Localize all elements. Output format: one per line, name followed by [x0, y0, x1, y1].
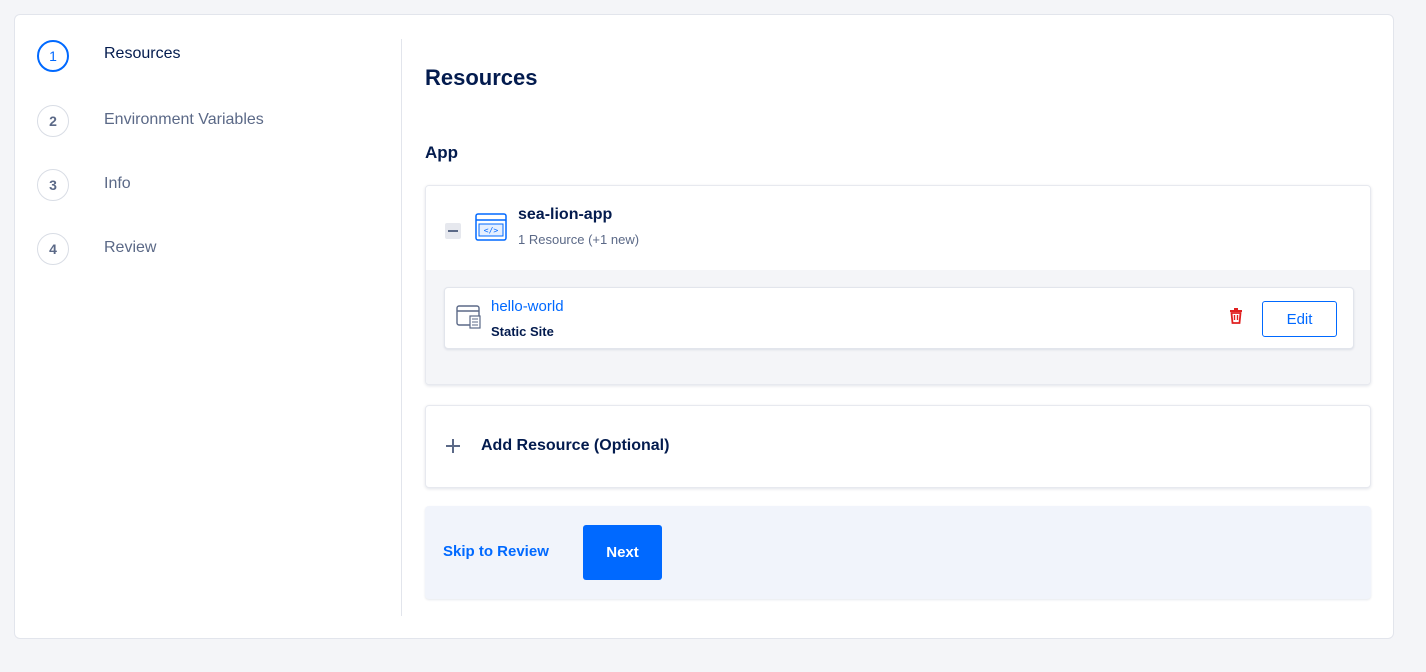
step-label: Resources [104, 45, 181, 62]
page-title: Resources [425, 65, 538, 90]
step-label: Info [104, 175, 131, 192]
step-number: 2 [37, 105, 69, 137]
step-number: 3 [37, 169, 69, 201]
wizard-card: 1 Resources 2 Environment Variables 3 In… [14, 14, 1394, 639]
app-panel: </> sea-lion-app 1 Resource (+1 new) hel… [425, 185, 1371, 385]
vertical-divider [401, 39, 402, 616]
svg-text:</>: </> [484, 226, 499, 235]
static-site-icon [456, 305, 482, 334]
trash-icon[interactable] [1229, 308, 1243, 329]
step-number: 4 [37, 233, 69, 265]
add-resource-label: Add Resource (Optional) [481, 437, 670, 454]
step-info[interactable]: 3 Info [37, 168, 131, 202]
step-review[interactable]: 4 Review [37, 232, 156, 266]
section-title-app: App [425, 143, 459, 162]
app-name: sea-lion-app [518, 206, 613, 223]
plus-icon [445, 438, 461, 454]
add-resource-panel[interactable]: Add Resource (Optional) [425, 405, 1371, 488]
step-number: 1 [37, 40, 69, 72]
action-bar: Skip to Review Next [425, 506, 1371, 599]
resource-type: Static Site [491, 324, 554, 339]
minus-icon[interactable] [445, 223, 461, 239]
skip-to-review-link[interactable]: Skip to Review [443, 543, 549, 560]
app-header: </> sea-lion-app 1 Resource (+1 new) [426, 186, 1370, 270]
step-resources[interactable]: 1 Resources [37, 39, 180, 73]
app-resource-count: 1 Resource (+1 new) [518, 232, 640, 247]
next-button[interactable]: Next [583, 525, 662, 580]
code-window-icon: </> [475, 213, 507, 246]
resource-row: hello-world Static Site Edit [444, 287, 1354, 349]
step-label: Environment Variables [104, 111, 264, 128]
resource-name-link[interactable]: hello-world [491, 298, 564, 315]
edit-resource-button[interactable]: Edit [1262, 301, 1337, 337]
step-environment-variables[interactable]: 2 Environment Variables [37, 104, 264, 138]
app-resources-list: hello-world Static Site Edit [426, 270, 1370, 384]
step-label: Review [104, 239, 157, 256]
